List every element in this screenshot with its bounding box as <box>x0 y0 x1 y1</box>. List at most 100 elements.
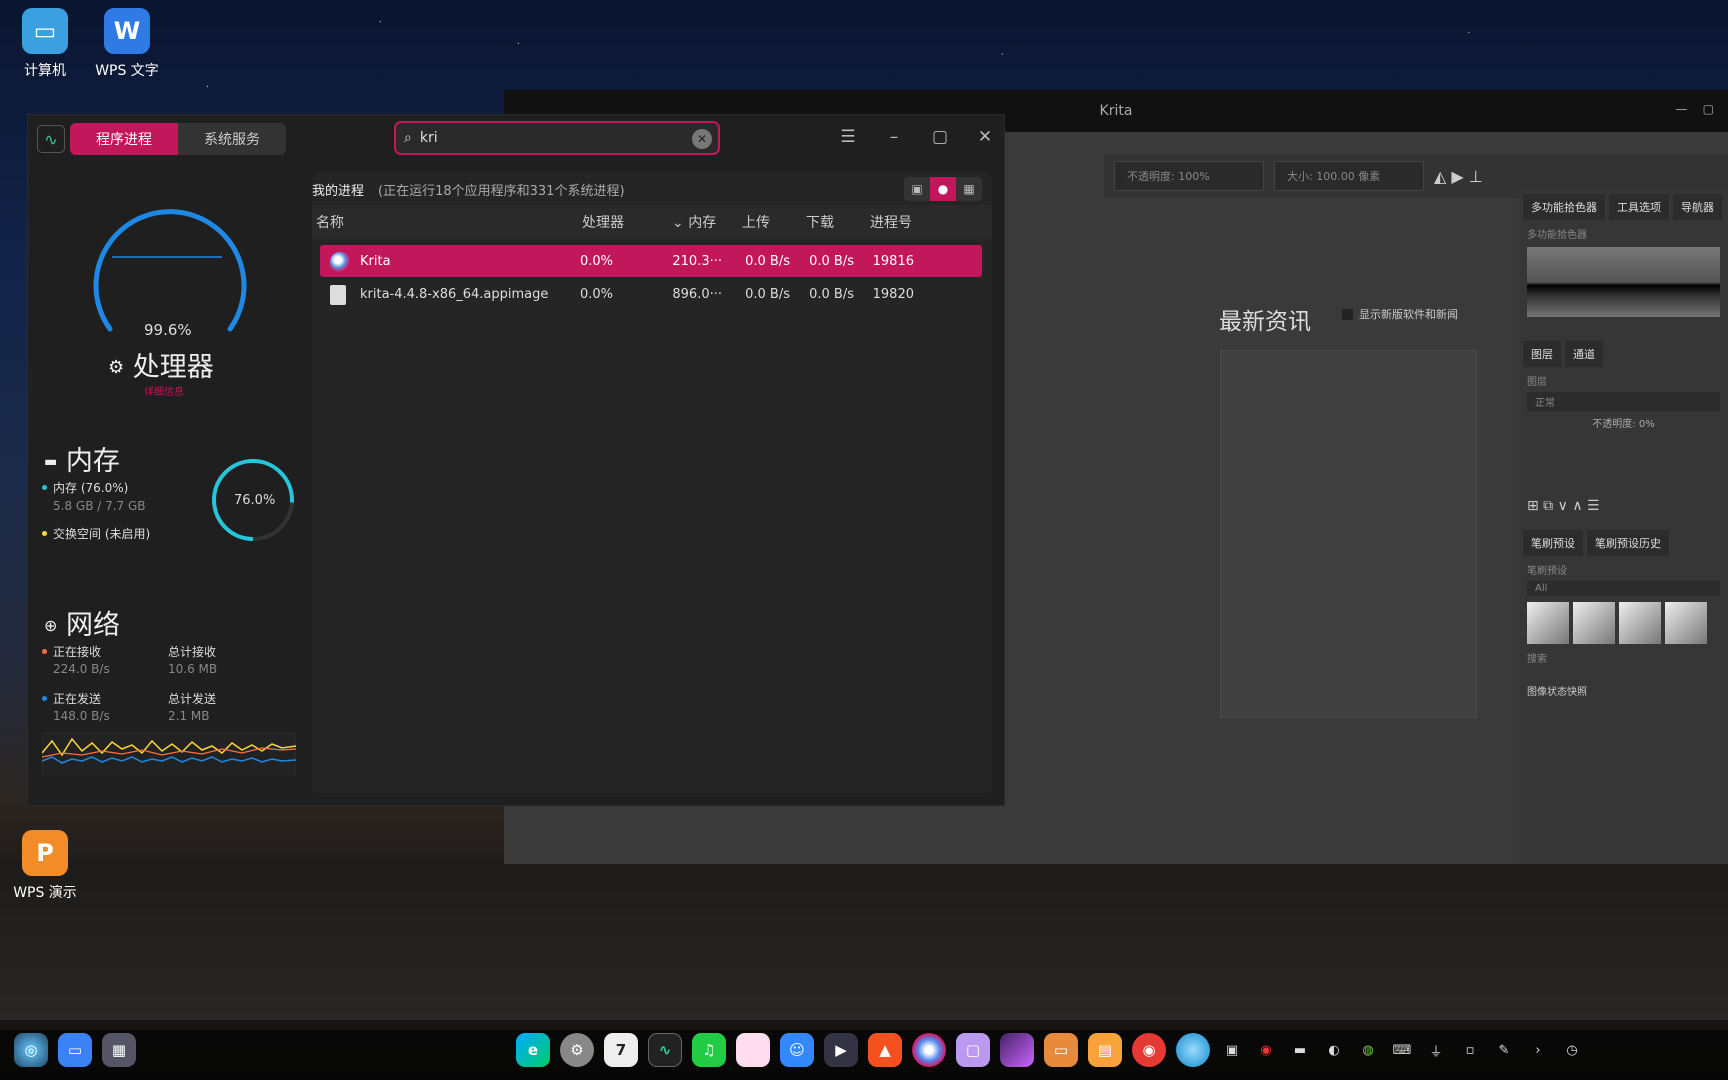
memory-percent: 76.0% <box>234 493 276 508</box>
tab-services[interactable]: 系统服务 <box>178 123 286 155</box>
mirror-icon[interactable]: ◭ ▶ ⊥ <box>1434 167 1483 186</box>
photos-icon[interactable] <box>736 1033 770 1067</box>
close-icon[interactable]: ✕ <box>973 127 997 147</box>
menu-icon[interactable]: ☰ <box>836 127 860 147</box>
news-checkbox[interactable]: 显示新版软件和新闻 <box>1342 306 1458 322</box>
opacity-field[interactable]: 不透明度: 100% <box>1114 161 1264 191</box>
security-icon[interactable]: ◐ <box>1321 1037 1347 1063</box>
tab-brush-presets[interactable]: 笔刷预设 <box>1523 530 1583 556</box>
memory-title: ▬ 内存 <box>44 446 120 477</box>
tab-navigator[interactable]: 导航器 <box>1673 194 1722 220</box>
my-processes-label: 我的进程 <box>312 183 365 199</box>
blend-mode-select[interactable]: 正常 <box>1527 392 1720 411</box>
brush-preset[interactable] <box>1527 602 1569 644</box>
col-pid[interactable]: 进程号 <box>870 212 940 232</box>
sort-chevron-down-icon[interactable]: ⌄ 内存 <box>672 212 742 232</box>
brush-preset[interactable] <box>1573 602 1615 644</box>
cpu-title[interactable]: ⚙ 处理器 <box>108 345 214 384</box>
col-upload[interactable]: 上传 <box>742 212 806 232</box>
layer-buttons-icon[interactable]: ⊞ ⧉ ∨ ∧ ☰ <box>1519 496 1728 516</box>
brush-preset[interactable] <box>1619 602 1661 644</box>
brush-search[interactable]: 搜索 <box>1519 648 1728 667</box>
system-monitor-window[interactable]: ∿ 程序进程 系统服务 ⌕ kri ✕ ☰ – ▢ ✕ 99.6% ⚙ 处理器 … <box>27 114 1005 806</box>
minimize-icon[interactable]: – <box>882 127 906 147</box>
news-title: 最新资讯 <box>1219 309 1311 335</box>
col-download[interactable]: 下载 <box>806 212 870 232</box>
workspace-icon[interactable]: ▦ <box>102 1033 136 1067</box>
storage-icon[interactable]: ▬ <box>1287 1037 1313 1063</box>
network-graph <box>42 733 296 775</box>
pen-icon[interactable]: ✎ <box>1491 1037 1517 1063</box>
file-icon <box>330 284 346 305</box>
finder-icon[interactable]: ☺ <box>780 1033 814 1067</box>
usb-icon[interactable]: ⏚ <box>1423 1037 1449 1063</box>
col-cpu[interactable]: 处理器 <box>582 212 672 232</box>
layer-opacity[interactable]: 不透明度: 0% <box>1519 413 1728 432</box>
chevron-right-icon[interactable]: › <box>1525 1037 1551 1063</box>
krita-dock: 多功能拾色器 工具选项 导航器 多功能拾色器 图层 通道 图层 正常 不透明度: 0%… <box>1519 190 1728 864</box>
cpu-detail-link[interactable]: 详细信息 <box>144 383 184 398</box>
multitask-icon[interactable]: ▭ <box>58 1033 92 1067</box>
music-tray-icon[interactable]: ◉ <box>1253 1037 1279 1063</box>
tab-channels[interactable]: 通道 <box>1565 341 1603 367</box>
clear-icon[interactable]: ✕ <box>692 129 712 149</box>
process-summary: (正在运行18个应用程序和331个系统进程) <box>378 183 625 199</box>
tab-tool-options[interactable]: 工具选项 <box>1609 194 1669 220</box>
road-wallpaper <box>0 860 1728 1030</box>
brush-filter-select[interactable]: All <box>1527 581 1720 596</box>
tab-layers[interactable]: 图层 <box>1523 341 1561 367</box>
app-store-icon[interactable]: ▤ <box>1088 1033 1122 1067</box>
edge-browser-icon[interactable]: e <box>516 1033 550 1067</box>
video-player-icon[interactable]: ▶ <box>824 1033 858 1067</box>
brush-list <box>1519 598 1728 648</box>
tab-brush-history[interactable]: 笔刷预设历史 <box>1587 530 1669 556</box>
netease-music-icon[interactable]: ◉ <box>1132 1033 1166 1067</box>
cpu-icon: ⚙ <box>108 357 125 378</box>
size-field[interactable]: 大小: 100.00 像素 <box>1274 161 1424 191</box>
taskbar: ◎ ▭ ▦ e ⚙ 7 ∿ ♫ ☺ ▶ ▲ ▢ ▭ ▤ ◉ ▣ ◉ ▬ ◐ ◍ … <box>0 1020 1728 1080</box>
archive-icon[interactable]: ▭ <box>1044 1033 1078 1067</box>
tab-processes[interactable]: 程序进程 <box>70 123 178 155</box>
all-view-icon[interactable]: ▦ <box>956 177 982 201</box>
wps-pdf-icon[interactable]: ▲ <box>868 1033 902 1067</box>
browser-icon[interactable] <box>1176 1033 1210 1067</box>
news-panel <box>1220 350 1477 718</box>
color-gradient[interactable] <box>1527 247 1720 317</box>
krita-icon[interactable] <box>912 1033 946 1067</box>
user-view-icon[interactable]: ● <box>930 177 956 201</box>
settings-icon[interactable]: ⚙ <box>560 1033 594 1067</box>
monitor-titlebar: ∿ 程序进程 系统服务 ⌕ kri ✕ ☰ – ▢ ✕ <box>28 115 1004 163</box>
launcher-icon[interactable]: ◎ <box>14 1033 48 1067</box>
tab-color-selector[interactable]: 多功能拾色器 <box>1523 194 1605 220</box>
cpu-percent: 99.6% <box>144 321 192 339</box>
network-title: ⊕ 网络 <box>44 610 120 641</box>
table-row[interactable]: krita-4.4.8-x86_64.appimage 0.0% 896.0··… <box>320 278 982 310</box>
search-input[interactable]: ⌕ kri ✕ <box>394 121 720 155</box>
wps-presentation-icon: P <box>22 830 68 876</box>
desktop-icon-wps-writer[interactable]: W WPS 文字 <box>82 8 172 80</box>
system-monitor-icon[interactable]: ∿ <box>648 1033 682 1067</box>
app-view-icon[interactable]: ▣ <box>904 177 930 201</box>
calendar-icon[interactable]: 7 <box>604 1033 638 1067</box>
camera-icon[interactable]: ▣ <box>1219 1037 1245 1063</box>
monitor-sidebar: 99.6% ⚙ 处理器 详细信息 ▬ 内存 内存 (76.0%) 5.8 GB … <box>28 163 310 805</box>
minimize-icon[interactable]: — ▢ <box>1675 102 1714 116</box>
desktop-icon-wps-presentation[interactable]: P WPS 演示 <box>0 830 90 902</box>
wechat-icon[interactable]: ◍ <box>1355 1037 1381 1063</box>
search-icon: ⌕ <box>404 130 412 146</box>
maximize-icon[interactable]: ▢ <box>928 127 952 147</box>
col-name[interactable]: 名称 <box>312 212 582 232</box>
brush-preset[interactable] <box>1665 602 1707 644</box>
monitor-logo-icon: ∿ <box>37 125 65 153</box>
table-header: 名称 处理器 ⌄ 内存 上传 下载 进程号 <box>312 205 992 239</box>
computer-icon: ▭ <box>22 8 68 54</box>
disk-icon[interactable]: ▢ <box>956 1033 990 1067</box>
table-row[interactable]: Krita 0.0% 210.3··· 0.0 B/s 0.0 B/s 1981… <box>320 245 982 277</box>
wallpaper-icon[interactable] <box>1000 1033 1034 1067</box>
blank-tray-icon[interactable]: ▫ <box>1457 1037 1483 1063</box>
desktop-icon-computer[interactable]: ▭ 计算机 <box>0 8 90 80</box>
view-switcher: ▣ ● ▦ <box>904 177 982 201</box>
keyboard-icon[interactable]: ⌨ <box>1389 1037 1415 1063</box>
clock-icon[interactable]: ◷ <box>1559 1037 1585 1063</box>
music-icon[interactable]: ♫ <box>692 1033 726 1067</box>
